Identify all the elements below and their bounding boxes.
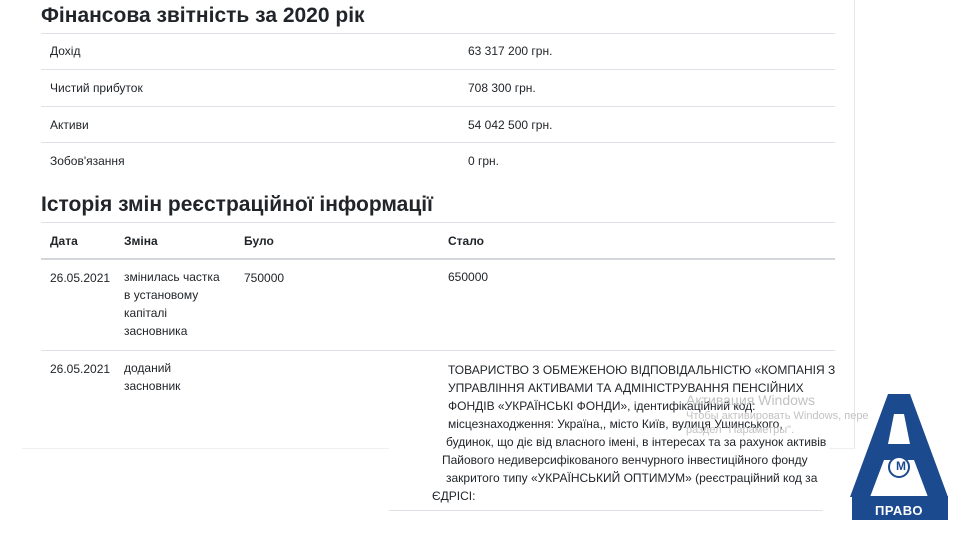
table-divider [389, 510, 823, 511]
history-change: доданий засновник [124, 361, 181, 393]
financial-value: 708 300 грн. [468, 81, 536, 95]
history-before: 750000 [244, 271, 285, 285]
financial-label: Зобов'язання [50, 154, 125, 168]
history-date: 26.05.2021 [50, 362, 111, 376]
table-divider [41, 222, 835, 223]
financial-report-title: Фінансова звітність за 2020 рік [41, 4, 365, 27]
table-divider [41, 33, 835, 34]
table-header-divider [41, 258, 835, 260]
column-header-change: Зміна [124, 234, 158, 248]
table-divider [41, 106, 835, 107]
table-divider [41, 69, 835, 70]
financial-value: 54 042 500 грн. [468, 118, 553, 132]
history-title: Історія змін реєстраційної інформації [41, 193, 433, 216]
column-header-before: Було [244, 234, 274, 248]
history-change: змінилась частка в установому капіталі з… [124, 270, 220, 338]
column-header-date: Дата [50, 234, 78, 248]
logo-text: ПРАВО [875, 503, 923, 518]
logo-monogram: М [896, 459, 906, 473]
financial-label: Активи [50, 118, 89, 132]
column-header-after: Стало [448, 234, 485, 248]
financial-label: Чистий прибуток [50, 81, 143, 95]
table-divider [41, 350, 835, 351]
history-after: 650000 [448, 270, 489, 284]
financial-value: 63 317 200 грн. [468, 44, 553, 58]
history-after: ТОВАРИСТВО З ОБМЕЖЕНОЮ ВІДПОВІДАЛЬНІСТЮ … [432, 363, 836, 503]
financial-value: 0 грн. [468, 154, 500, 168]
table-divider [41, 142, 835, 143]
financial-label: Дохід [50, 44, 81, 58]
history-date: 26.05.2021 [50, 271, 111, 285]
